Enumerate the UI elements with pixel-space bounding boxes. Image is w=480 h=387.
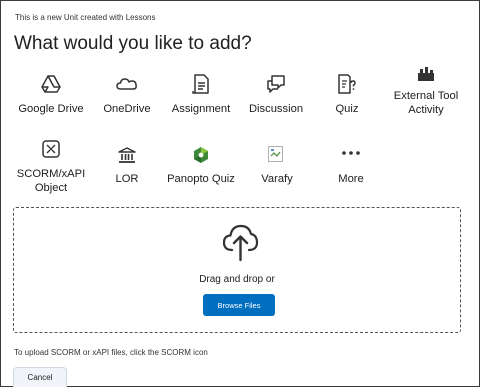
lor-icon <box>118 147 136 163</box>
tile-external-tool[interactable]: External Tool Activity <box>376 66 476 117</box>
cloud-upload-icon <box>222 224 259 262</box>
assignment-icon <box>192 74 209 94</box>
cancel-button[interactable]: Cancel <box>13 367 67 387</box>
unit-note: This is a new Unit created with Lessons <box>15 13 156 22</box>
file-dropzone[interactable]: Drag and drop or Browse Files <box>13 207 461 333</box>
upload-hint: To upload SCORM or xAPI files, click the… <box>14 348 208 357</box>
dropzone-text: Drag and drop or <box>199 274 275 285</box>
tile-label: External Tool Activity <box>393 90 459 116</box>
onedrive-icon <box>116 78 137 90</box>
more-icon <box>342 151 360 155</box>
google-drive-icon <box>41 75 61 93</box>
varafy-icon <box>268 146 283 162</box>
discussion-icon <box>267 75 285 93</box>
scorm-icon <box>42 140 60 158</box>
external-tool-icon <box>418 67 434 81</box>
dialog-title: What would you like to add? <box>14 33 252 54</box>
panopto-icon <box>194 147 208 163</box>
tile-label: More <box>338 173 364 185</box>
tile-more[interactable]: More <box>301 146 401 186</box>
quiz-icon <box>338 74 356 94</box>
browse-files-button[interactable]: Browse Files <box>203 294 275 316</box>
